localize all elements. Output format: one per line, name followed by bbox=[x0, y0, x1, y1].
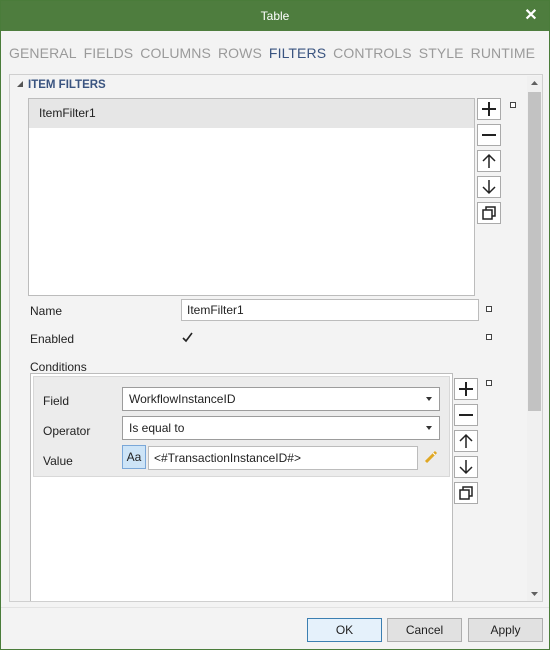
move-down-icon bbox=[459, 460, 473, 475]
tab-style[interactable]: STYLE bbox=[419, 45, 464, 65]
scroll-thumb[interactable] bbox=[528, 92, 541, 411]
move-up-button[interactable] bbox=[477, 150, 501, 172]
move-down-icon bbox=[482, 180, 496, 195]
close-icon[interactable]: ✕ bbox=[521, 1, 541, 31]
name-label: Name bbox=[30, 304, 63, 318]
scroll-up-icon[interactable] bbox=[527, 76, 542, 90]
window-title: Table bbox=[260, 9, 290, 23]
property-marker-icon[interactable] bbox=[486, 334, 492, 340]
property-marker-icon[interactable] bbox=[510, 102, 516, 108]
title-bar: Table ✕ bbox=[1, 1, 549, 31]
conditions-label: Conditions bbox=[30, 360, 87, 374]
remove-icon bbox=[459, 414, 473, 416]
move-up-icon bbox=[459, 433, 473, 448]
item-filters-title: ITEM FILTERS bbox=[28, 79, 106, 91]
scroll-down-icon[interactable] bbox=[527, 587, 542, 601]
chevron-down-icon bbox=[426, 397, 432, 401]
remove-icon bbox=[482, 134, 496, 136]
remove-condition-button[interactable] bbox=[454, 404, 478, 426]
property-marker-icon[interactable] bbox=[486, 306, 492, 312]
condition-item[interactable]: Field WorkflowInstanceID Operator Is equ… bbox=[33, 376, 450, 477]
cancel-button[interactable]: Cancel bbox=[387, 618, 462, 642]
tab-runtime[interactable]: RUNTIME bbox=[471, 45, 535, 65]
tab-bar: GENERAL FIELDS COLUMNS ROWS FILTERS CONT… bbox=[9, 45, 542, 65]
tab-fields[interactable]: FIELDS bbox=[84, 45, 134, 65]
tab-controls[interactable]: CONTROLS bbox=[333, 45, 412, 65]
list-item[interactable]: ItemFilter1 bbox=[29, 99, 474, 128]
add-filter-button[interactable] bbox=[477, 98, 501, 120]
item-filters-header[interactable]: ITEM FILTERS bbox=[16, 79, 106, 91]
apply-button[interactable]: Apply bbox=[468, 618, 543, 642]
field-label: Field bbox=[43, 394, 70, 408]
move-condition-up-button[interactable] bbox=[454, 430, 478, 452]
collapse-triangle-icon[interactable] bbox=[16, 79, 24, 91]
item-filter-list[interactable]: ItemFilter1 bbox=[28, 98, 475, 296]
enabled-checkbox[interactable] bbox=[181, 331, 194, 344]
copy-icon bbox=[459, 486, 473, 500]
conditions-list[interactable]: Field WorkflowInstanceID Operator Is equ… bbox=[30, 373, 453, 601]
dialog-footer: OK Cancel Apply bbox=[1, 607, 549, 649]
field-select-value: WorkflowInstanceID bbox=[129, 392, 236, 406]
value-label: Value bbox=[43, 454, 73, 468]
copy-filter-button[interactable] bbox=[477, 202, 501, 224]
chevron-down-icon bbox=[426, 426, 432, 430]
add-icon bbox=[459, 382, 473, 396]
property-marker-icon[interactable] bbox=[486, 380, 492, 386]
value-type-button[interactable]: Aa bbox=[122, 445, 146, 469]
filters-panel: ITEM FILTERS ItemFilter1 Name ItemFilter… bbox=[9, 74, 543, 602]
add-icon bbox=[482, 102, 496, 116]
checkmark-icon bbox=[182, 332, 193, 343]
move-down-button[interactable] bbox=[477, 176, 501, 198]
operator-select-value: Is equal to bbox=[129, 421, 185, 435]
tab-general[interactable]: GENERAL bbox=[9, 45, 77, 65]
field-select[interactable]: WorkflowInstanceID bbox=[122, 387, 440, 411]
copy-icon bbox=[482, 206, 496, 220]
add-condition-button[interactable] bbox=[454, 378, 478, 400]
name-field[interactable]: ItemFilter1 bbox=[181, 299, 479, 321]
move-up-icon bbox=[482, 153, 496, 168]
tab-columns[interactable]: COLUMNS bbox=[140, 45, 211, 65]
operator-label: Operator bbox=[43, 424, 91, 438]
value-field[interactable]: <#TransactionInstanceID#> bbox=[148, 446, 418, 470]
tab-rows[interactable]: ROWS bbox=[218, 45, 262, 65]
move-condition-down-button[interactable] bbox=[454, 456, 478, 478]
expression-builder-icon[interactable] bbox=[423, 449, 439, 465]
ok-button[interactable]: OK bbox=[307, 618, 382, 642]
dialog-window: Table ✕ GENERAL FIELDS COLUMNS ROWS FILT… bbox=[0, 0, 550, 650]
tab-filters[interactable]: FILTERS bbox=[269, 45, 326, 65]
vertical-scrollbar[interactable] bbox=[527, 76, 542, 601]
operator-select[interactable]: Is equal to bbox=[122, 416, 440, 440]
copy-condition-button[interactable] bbox=[454, 482, 478, 504]
remove-filter-button[interactable] bbox=[477, 124, 501, 146]
enabled-label: Enabled bbox=[30, 332, 75, 346]
